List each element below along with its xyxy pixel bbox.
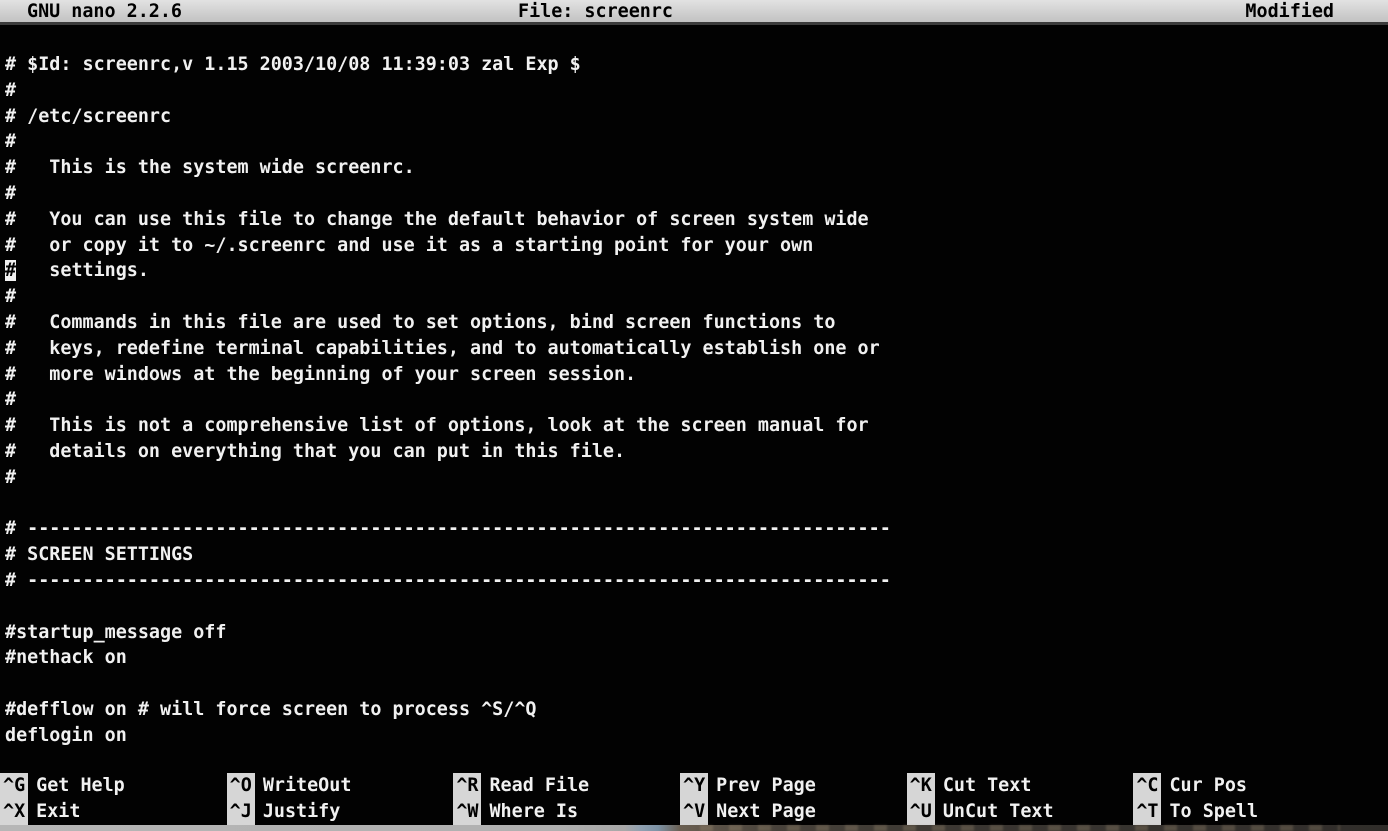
editor-line[interactable]: # [5,181,1388,207]
shortcut-key: ^V [680,799,708,825]
shortcut-key: ^G [0,773,28,799]
shortcut-key: ^Y [680,773,708,799]
shortcut-justify[interactable]: ^J Justify [227,799,454,825]
shortcut-key: ^O [227,773,255,799]
shortcut-label: Prev Page [716,775,816,796]
shortcut-where-is[interactable]: ^W Where Is [453,799,680,825]
editor-line[interactable]: #defflow on # will force screen to proce… [5,697,1388,723]
background-artifact [700,825,1340,831]
editor-line[interactable]: # keys, redefine terminal capabilities, … [5,336,1388,362]
editor-line[interactable]: # or copy it to ~/.screenrc and use it a… [5,233,1388,259]
editor-line[interactable] [5,491,1388,517]
text-cursor: # [5,260,16,281]
shortcut-label: Cut Text [943,775,1032,796]
editor-line[interactable]: # [5,387,1388,413]
editor-line[interactable]: # This is not a comprehensive list of op… [5,413,1388,439]
editor-line[interactable] [5,594,1388,620]
shortcut-next-page[interactable]: ^V Next Page [680,799,907,825]
shortcut-read-file[interactable]: ^R Read File [453,773,680,799]
shortcut-row: ^G Get Help ^O WriteOut ^R Read File ^Y Prev Pa… [0,773,1360,799]
shortcut-label: To Spell [1169,801,1258,822]
editor-line[interactable]: # /etc/screenrc [5,104,1388,130]
shortcut-label: Next Page [716,801,816,822]
editor-line[interactable]: # Commands in this file are used to set … [5,310,1388,336]
editor-line[interactable]: # more windows at the beginning of your … [5,362,1388,388]
editor-line[interactable]: # SCREEN SETTINGS [5,542,1388,568]
app-title: GNU nano 2.2.6 [27,1,182,23]
shortcut-key: ^J [227,799,255,825]
terminal-window: GNU nano 2.2.6 File: screenrc Modified #… [0,0,1388,831]
shortcut-key: ^X [0,799,28,825]
editor-line[interactable]: #startup_message off [5,620,1388,646]
editor-line[interactable]: # [5,465,1388,491]
editor-line[interactable]: deflogin on [5,723,1388,749]
shortcut-prev-page[interactable]: ^Y Prev Page [680,773,907,799]
shortcut-key: ^T [1133,799,1161,825]
editor-line[interactable]: # [5,78,1388,104]
shortcut-get-help[interactable]: ^G Get Help [0,773,227,799]
shortcut-row: ^X Exit ^J Justify ^W Where Is ^V Next Page ^U Un… [0,799,1360,825]
file-title: File: screenrc [518,1,673,23]
editor-line[interactable] [5,671,1388,697]
editor-line[interactable]: # --------------------------------------… [5,516,1388,542]
modified-status: Modified [1245,1,1334,23]
shortcut-bar: ^G Get Help ^O WriteOut ^R Read File ^Y Prev Pa… [0,773,1360,825]
shortcut-label: Where Is [489,801,578,822]
shortcut-label: Cur Pos [1169,775,1247,796]
shortcut-exit[interactable]: ^X Exit [0,799,227,825]
editor-line[interactable]: # details on everything that you can put… [5,439,1388,465]
shortcut-label: Exit [36,801,80,822]
shortcut-cut-text[interactable]: ^K Cut Text [907,773,1134,799]
editor-line[interactable]: # $Id: screenrc,v 1.15 2003/10/08 11:39:… [5,52,1388,78]
shortcut-uncut-text[interactable]: ^U UnCut Text [907,799,1134,825]
editor-line[interactable]: # settings. [5,258,1388,284]
shortcut-label: Get Help [36,775,125,796]
shortcut-key: ^W [453,799,481,825]
shortcut-cur-pos[interactable]: ^C Cur Pos [1133,773,1360,799]
shortcut-to-spell[interactable]: ^T To Spell [1133,799,1360,825]
shortcut-key: ^K [907,773,935,799]
nano-titlebar: GNU nano 2.2.6 File: screenrc Modified [0,0,1388,25]
shortcut-label: Read File [489,775,589,796]
shortcut-label: UnCut Text [943,801,1054,822]
shortcut-key: ^U [907,799,935,825]
editor-line[interactable]: # --------------------------------------… [5,568,1388,594]
editor-line[interactable]: # You can use this file to change the de… [5,207,1388,233]
editor-area[interactable]: # $Id: screenrc,v 1.15 2003/10/08 11:39:… [0,28,1388,773]
background-window-edge [0,825,1388,831]
shortcut-key: ^R [453,773,481,799]
shortcut-label: Justify [263,801,341,822]
editor-line[interactable]: # [5,284,1388,310]
editor-line[interactable]: # [5,129,1388,155]
shortcut-writeout[interactable]: ^O WriteOut [227,773,454,799]
shortcut-label: WriteOut [263,775,352,796]
shortcut-key: ^C [1133,773,1161,799]
editor-line[interactable]: #nethack on [5,645,1388,671]
editor-line[interactable]: # This is the system wide screenrc. [5,155,1388,181]
